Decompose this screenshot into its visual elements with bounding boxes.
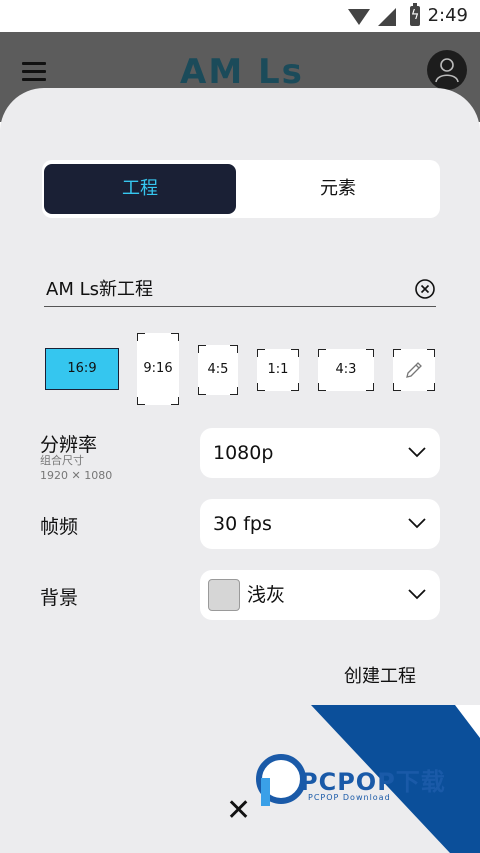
watermark-subtitle: PCPOP Download (308, 793, 391, 802)
new-project-sheet: 工程 元素 16:9 9:16 4:5 1:1 4:3 分辨率 组合尺寸 192… (0, 88, 480, 853)
watermark-title: PCPOP下载 (300, 768, 446, 796)
watermark-banner (256, 705, 480, 853)
close-x-icon[interactable]: ✕ (226, 796, 251, 826)
wifi-icon (348, 9, 370, 25)
status-time: 2:49 (427, 5, 468, 26)
user-icon[interactable] (427, 50, 467, 90)
signal-off-icon (378, 8, 396, 26)
hamburger-icon[interactable] (22, 62, 46, 81)
app-logo: AM Ls (180, 52, 304, 92)
status-bar: ϟ 2:49 (0, 0, 480, 32)
